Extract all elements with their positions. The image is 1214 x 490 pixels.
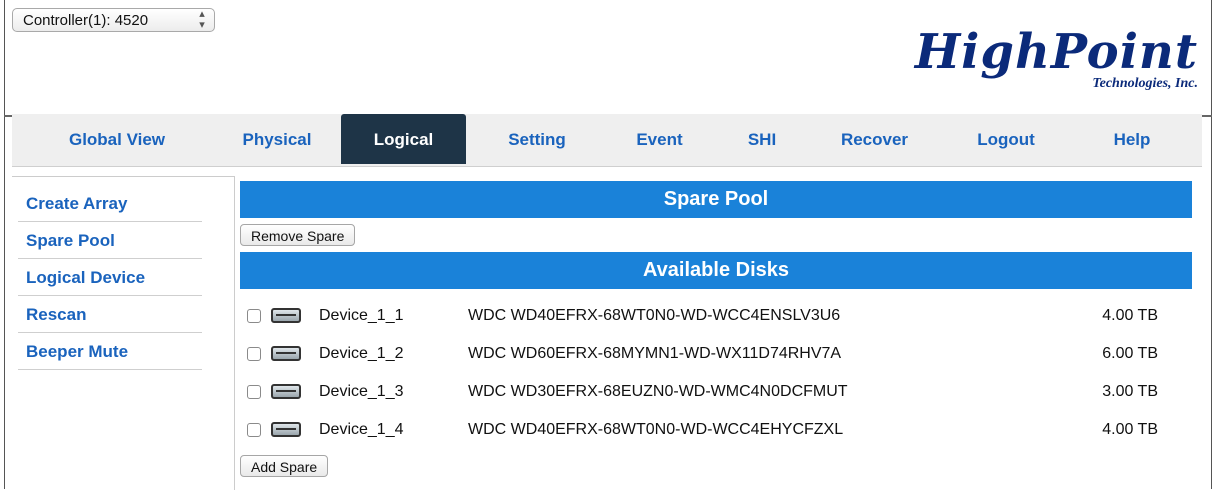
hard-disk-icon bbox=[271, 422, 301, 437]
sidebar-item-spare-pool[interactable]: Spare Pool bbox=[18, 222, 202, 259]
sidebar-item-create-array[interactable]: Create Array bbox=[18, 185, 202, 222]
available-disks-header: Available Disks bbox=[240, 252, 1192, 289]
disk-model: WDC WD40EFRX-68WT0N0-WD-WCC4EHYCFZXL bbox=[468, 421, 844, 438]
spare-pool-header: Spare Pool bbox=[240, 181, 1192, 218]
disk-checkbox[interactable] bbox=[247, 385, 261, 399]
nav-tab-shi[interactable]: SHI bbox=[727, 114, 797, 164]
disk-row: Device_1_2 WDC WD60EFRX-68MYMN1-WD-WX11D… bbox=[244, 336, 1188, 374]
disk-device-name: Device_1_3 bbox=[319, 383, 404, 400]
add-spare-button[interactable]: Add Spare bbox=[240, 455, 329, 477]
disk-model: WDC WD40EFRX-68WT0N0-WD-WCC4ENSLV3U6 bbox=[468, 307, 841, 324]
remove-spare-button[interactable]: Remove Spare bbox=[240, 224, 356, 246]
logo-name: HighPoint bbox=[914, 24, 1198, 80]
main-nav: Global View Physical Logical Setting Eve… bbox=[12, 114, 1202, 167]
sidebar: Create Array Spare Pool Logical Device R… bbox=[18, 185, 202, 370]
disk-row: Device_1_1 WDC WD40EFRX-68WT0N0-WD-WCC4E… bbox=[244, 298, 1188, 336]
hard-disk-icon bbox=[271, 308, 301, 323]
hard-disk-icon bbox=[271, 346, 301, 361]
sidebar-item-rescan[interactable]: Rescan bbox=[18, 296, 202, 333]
controller-select[interactable]: Controller(1): 4520 ▴ ▾ bbox=[12, 8, 215, 32]
disk-size: 4.00 TB bbox=[1102, 421, 1158, 438]
hard-disk-icon bbox=[271, 384, 301, 399]
stepper-arrows-icon: ▴ ▾ bbox=[199, 8, 205, 31]
disk-model: WDC WD60EFRX-68MYMN1-WD-WX11D74RHV7A bbox=[468, 345, 842, 362]
disk-model: WDC WD30EFRX-68EUZN0-WD-WMC4N0DCFMUT bbox=[468, 383, 848, 400]
nav-tab-global-view[interactable]: Global View bbox=[42, 114, 192, 164]
nav-tab-logical[interactable]: Logical bbox=[341, 114, 466, 164]
disk-checkbox[interactable] bbox=[247, 423, 261, 437]
disk-size: 3.00 TB bbox=[1102, 383, 1158, 400]
nav-tab-physical[interactable]: Physical bbox=[222, 114, 332, 164]
disk-device-name: Device_1_4 bbox=[319, 421, 404, 438]
disk-size: 4.00 TB bbox=[1102, 307, 1158, 324]
nav-tab-setting[interactable]: Setting bbox=[482, 114, 592, 164]
disk-checkbox[interactable] bbox=[247, 347, 261, 361]
nav-tab-logout[interactable]: Logout bbox=[956, 114, 1056, 164]
controller-select-label: Controller(1): 4520 bbox=[23, 11, 149, 29]
nav-tab-help[interactable]: Help bbox=[1082, 114, 1182, 164]
nav-tab-event[interactable]: Event bbox=[612, 114, 707, 164]
sidebar-item-beeper-mute[interactable]: Beeper Mute bbox=[18, 333, 202, 370]
highpoint-logo: HighPoint Technologies, Inc. bbox=[915, 28, 1198, 92]
disk-row: Device_1_3 WDC WD30EFRX-68EUZN0-WD-WMC4N… bbox=[244, 374, 1188, 412]
disk-size: 6.00 TB bbox=[1102, 345, 1158, 362]
disk-device-name: Device_1_2 bbox=[319, 345, 404, 362]
disk-row: Device_1_4 WDC WD40EFRX-68WT0N0-WD-WCC4E… bbox=[244, 412, 1188, 450]
nav-tab-recover[interactable]: Recover bbox=[812, 114, 937, 164]
disk-checkbox[interactable] bbox=[247, 309, 261, 323]
sidebar-item-logical-device[interactable]: Logical Device bbox=[18, 259, 202, 296]
disk-device-name: Device_1_1 bbox=[319, 307, 404, 324]
